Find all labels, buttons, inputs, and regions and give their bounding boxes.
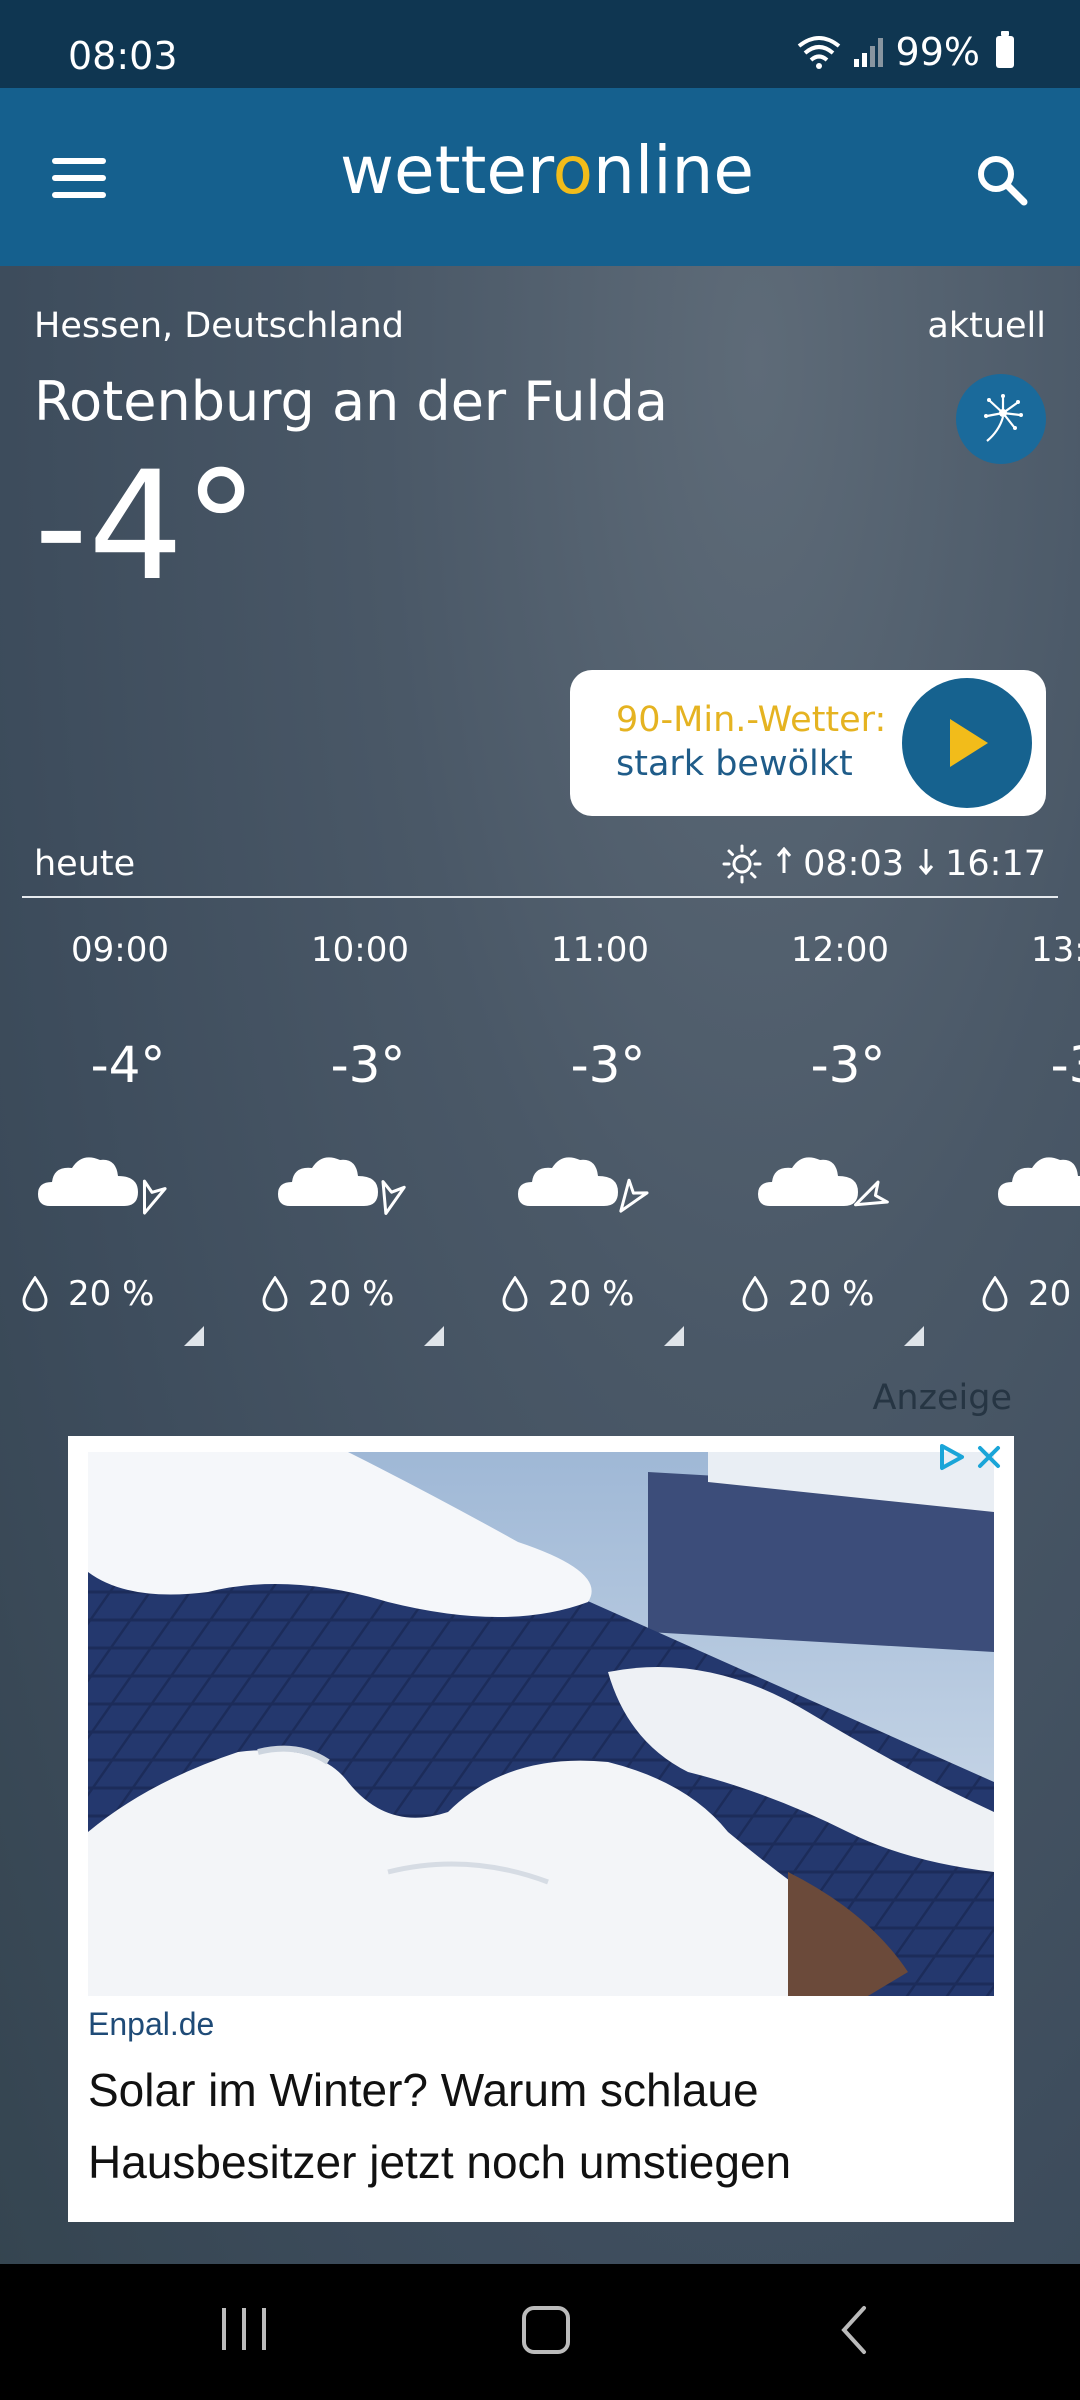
- expand-corner-icon[interactable]: [904, 1326, 924, 1346]
- cloud-icon: [518, 1157, 618, 1206]
- dandelion-icon: [984, 394, 1023, 442]
- wind-direction-icon: [381, 1180, 406, 1215]
- precipitation: 20 %: [22, 1274, 154, 1314]
- ad-domain[interactable]: Enpal.de: [88, 2006, 214, 2043]
- status-icons: 99%: [796, 30, 1014, 74]
- expand-corner-icon[interactable]: [424, 1326, 444, 1346]
- hour-time: 10:00: [311, 930, 409, 970]
- hour-time: 12:00: [791, 930, 889, 970]
- raindrop-icon: [742, 1276, 768, 1312]
- play-button[interactable]: [898, 674, 1036, 812]
- precipitation: 20 %: [982, 1274, 1080, 1314]
- expand-corner-icon[interactable]: [184, 1326, 204, 1346]
- precipitation: 20 %: [262, 1274, 394, 1314]
- close-icon[interactable]: [974, 1442, 1004, 1472]
- menu-icon[interactable]: [52, 158, 106, 198]
- cloud-icon: [38, 1157, 138, 1206]
- nowcast-card[interactable]: 90-Min.-Wetter: stark bewölkt: [570, 670, 1046, 816]
- hour-temperature: -3°: [810, 1036, 886, 1094]
- advertisement[interactable]: Enpal.de Solar im Winter? Warum schlaue …: [68, 1436, 1014, 2222]
- cloud-icon: [758, 1157, 858, 1206]
- app-bar: wetteronline: [0, 88, 1080, 266]
- back-button[interactable]: [838, 2304, 868, 2356]
- divider: [22, 896, 1058, 898]
- ad-marks[interactable]: [936, 1442, 1004, 1472]
- sun-icon: [722, 844, 762, 884]
- expand-corner-icon[interactable]: [664, 1326, 684, 1346]
- nowcast-title: 90-Min.-Wetter:: [616, 700, 887, 740]
- home-button[interactable]: [522, 2306, 570, 2354]
- battery-icon: [996, 31, 1014, 68]
- signal-icon: [853, 38, 883, 67]
- hour-temperature: -3°: [330, 1036, 406, 1094]
- sun-info: 08:03 16:17: [722, 844, 1046, 884]
- wind-direction-icon: [142, 1179, 167, 1215]
- play-icon: [950, 719, 988, 767]
- hour-temperature: -4°: [90, 1036, 166, 1094]
- cloud-icon: [998, 1157, 1080, 1206]
- arrow-up-icon: [776, 846, 792, 873]
- status-bar: 08:03 99%: [0, 0, 1080, 88]
- nowcast-text: stark bewölkt: [616, 744, 853, 784]
- ad-headline[interactable]: Solar im Winter? Warum schlaue Hausbesit…: [88, 2054, 988, 2198]
- precipitation: 20 %: [742, 1274, 874, 1314]
- cloud-icon: [278, 1157, 378, 1206]
- raindrop-icon: [502, 1276, 528, 1312]
- wind-direction-icon: [853, 1180, 889, 1207]
- battery-percent: 99%: [895, 30, 980, 74]
- current-temperature: -4°: [34, 440, 259, 614]
- location-region: Hessen, Deutschland: [34, 306, 404, 346]
- app-logo: wetteronline: [340, 132, 754, 209]
- ad-choices-icon[interactable]: [936, 1442, 966, 1472]
- search-icon[interactable]: [972, 150, 1032, 210]
- raindrop-icon: [982, 1276, 1008, 1312]
- sunset: 16:17: [918, 844, 1046, 884]
- system-nav-bar: [0, 2264, 1080, 2400]
- recent-apps-button[interactable]: [222, 2308, 266, 2350]
- hour-time: 13:00: [1031, 930, 1080, 970]
- arrow-down-icon: [918, 849, 934, 876]
- wifi-icon: [797, 36, 840, 69]
- hour-temperature: -3°: [570, 1036, 646, 1094]
- ad-label: Anzeige: [872, 1378, 1012, 1418]
- pollen-button[interactable]: [956, 374, 1046, 464]
- hour-time: 09:00: [71, 930, 169, 970]
- today-label: heute: [34, 844, 136, 884]
- sunrise: 08:03: [776, 844, 904, 884]
- status-time: 08:03: [68, 34, 178, 78]
- hour-temperature: -3°: [1050, 1036, 1080, 1094]
- precipitation: 20 %: [502, 1274, 634, 1314]
- raindrop-icon: [262, 1276, 288, 1312]
- mode-label[interactable]: aktuell: [927, 306, 1046, 346]
- location-city[interactable]: Rotenburg an der Fulda: [34, 370, 668, 433]
- hour-time: 11:00: [551, 930, 649, 970]
- wind-direction-icon: [619, 1178, 649, 1213]
- raindrop-icon: [22, 1276, 48, 1312]
- ad-image-snowy-solar-roof[interactable]: [88, 1452, 994, 1996]
